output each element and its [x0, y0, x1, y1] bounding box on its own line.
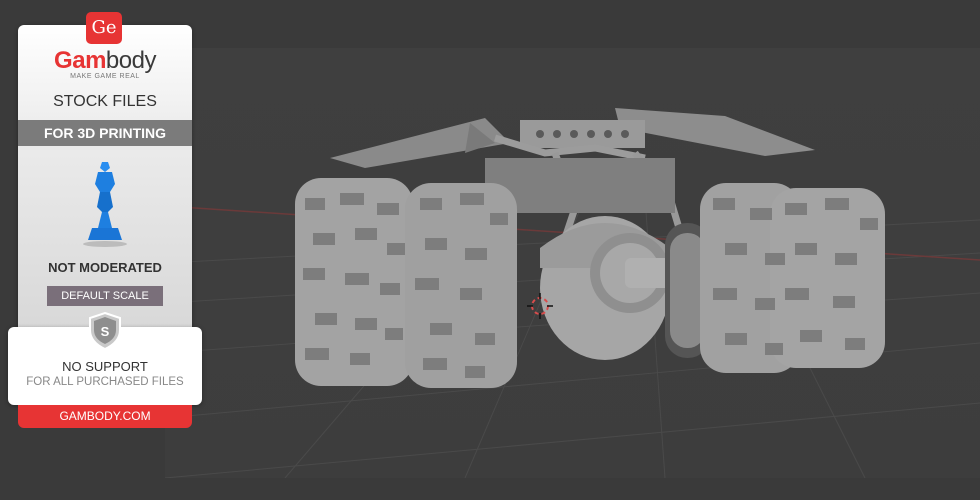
brand-tagline: MAKE GAME REAL: [70, 73, 140, 80]
shield-icon: S: [89, 312, 121, 350]
product-info-card: Ge Gambody MAKE GAME REAL STOCK FILES FO…: [8, 12, 202, 428]
3d-viewport[interactable]: [165, 48, 980, 478]
no-support-label: NO SUPPORT: [62, 359, 148, 374]
brand-name-part1: Gam: [54, 47, 106, 74]
for-3d-printing-label: FOR 3D PRINTING: [18, 120, 192, 146]
chess-figure-icon: [83, 162, 127, 247]
gambody-logo-icon: Ge: [86, 12, 122, 44]
stock-files-label: STOCK FILES: [53, 93, 157, 110]
armored-vehicle-model: [295, 108, 885, 388]
viewport-scene: [165, 108, 980, 478]
purchased-files-label: FOR ALL PURCHASED FILES: [26, 376, 184, 388]
brand-name-part2: body: [105, 47, 157, 74]
not-moderated-label: NOT MODERATED: [48, 260, 162, 275]
default-scale-badge: DEFAULT SCALE: [47, 286, 163, 306]
bottom-bar: [0, 478, 980, 500]
brand-name: Gambody: [18, 47, 192, 75]
shield-letter: S: [101, 324, 110, 339]
site-link[interactable]: GAMBODY.COM: [18, 405, 192, 428]
